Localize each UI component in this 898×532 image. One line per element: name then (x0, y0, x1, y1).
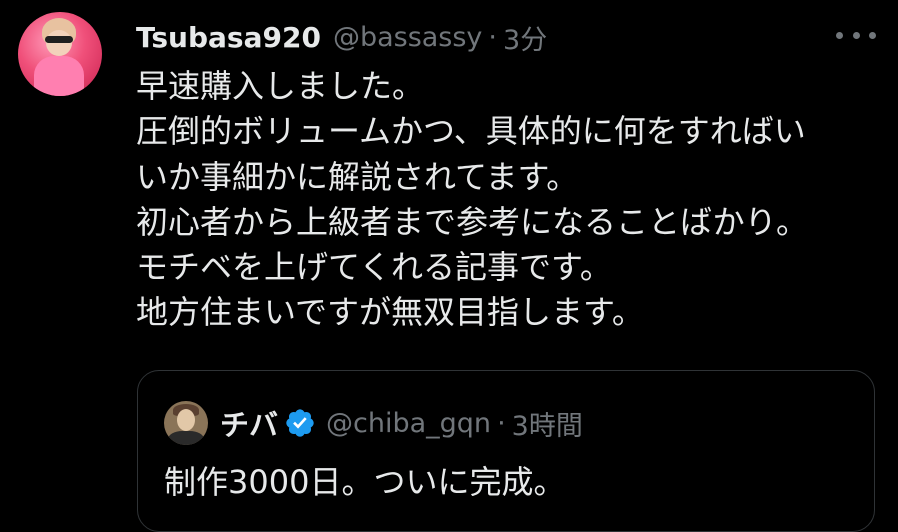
verified-badge-icon (286, 409, 314, 437)
separator-dot: · (488, 21, 498, 53)
tweet-text-line: 圧倒的ボリュームかつ、具体的に何をすればい (136, 112, 806, 151)
quoted-display-name[interactable]: チバ (220, 402, 278, 444)
more-dot (852, 31, 860, 39)
tweet-text-line: 地方住まいですが無双目指します。 (136, 293, 644, 332)
avatar-face (46, 30, 72, 56)
more-dot (836, 31, 843, 39)
avatar-glasses (45, 36, 73, 43)
quoted-tweet[interactable]: チバ @chiba_gqn · 3時間 制作3000日。ついに完成。 (137, 370, 875, 532)
quoted-timestamp[interactable]: 3時間 (512, 404, 583, 443)
timestamp[interactable]: 3分 (503, 18, 547, 57)
tweet-text-line: いか事細かに解説されてます。 (136, 157, 579, 196)
more-dot (869, 31, 876, 39)
display-name[interactable]: Tsubasa920 (136, 21, 321, 54)
quoted-avatar-face (177, 409, 195, 431)
tweet-header: Tsubasa920 @bassassy · 3分 (136, 16, 547, 58)
handle[interactable]: @bassassy (333, 22, 482, 53)
tweet[interactable]: Tsubasa920 @bassassy · 3分 早速購入しました。 圧倒的ボ… (0, 0, 898, 532)
tweet-text-line: 早速購入しました。 (136, 67, 425, 105)
tweet-text-line: モチベを上げてくれる記事です。 (136, 248, 612, 287)
quoted-avatar[interactable] (164, 401, 208, 445)
avatar[interactable] (18, 12, 102, 96)
quoted-tweet-text: 制作3000日。ついに完成。 (164, 463, 566, 501)
quoted-avatar-body (168, 431, 204, 445)
tweet-text: 早速購入しました。 圧倒的ボリュームかつ、具体的に何をすればい いか事細かに解説… (136, 64, 876, 336)
avatar-body (34, 56, 84, 96)
quoted-tweet-header: チバ @chiba_gqn · 3時間 (220, 401, 583, 445)
quoted-handle[interactable]: @chiba_gqn (326, 408, 491, 439)
tweet-text-line: 初心者から上級者まで参考になることばかり。 (136, 202, 809, 241)
quoted-separator-dot: · (497, 407, 506, 439)
more-horizontal-icon[interactable] (836, 24, 876, 46)
